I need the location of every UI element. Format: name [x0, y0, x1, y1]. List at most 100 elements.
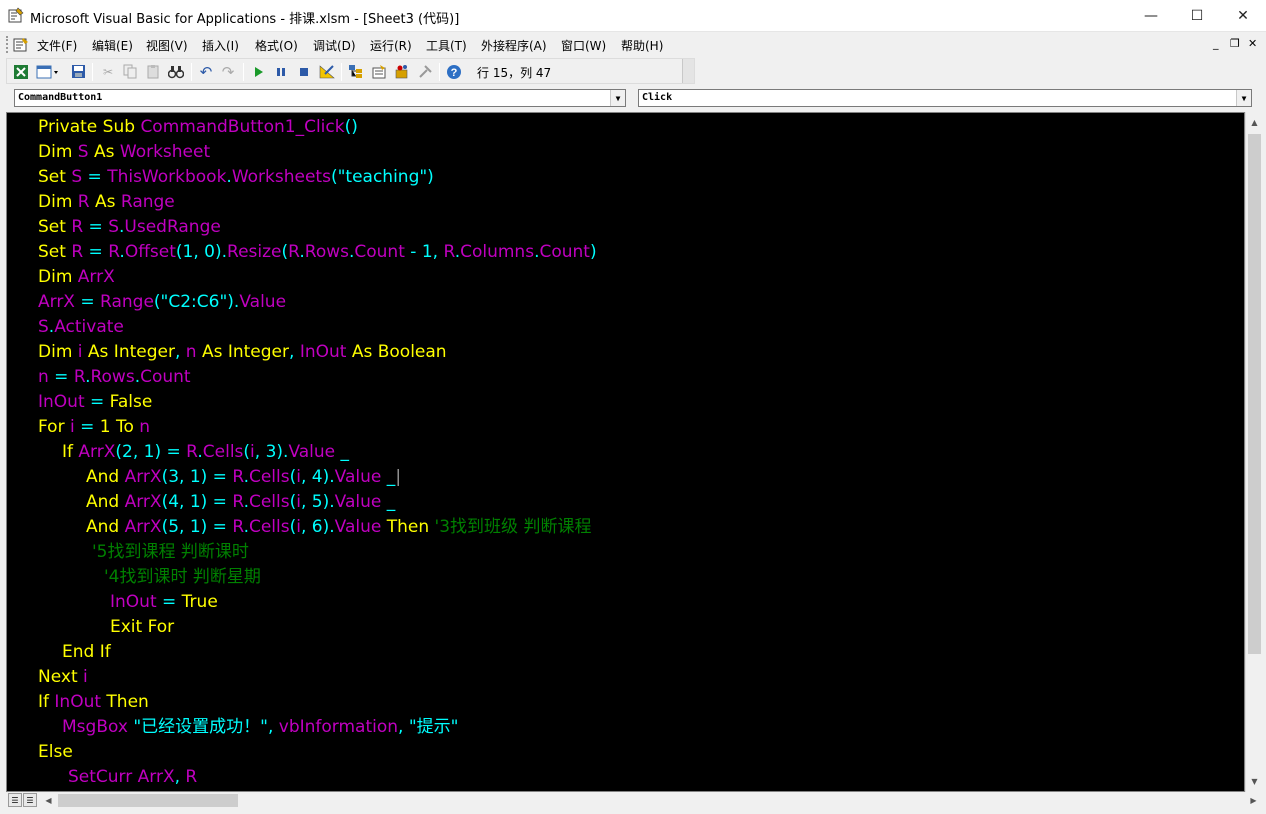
- reset-icon[interactable]: [295, 63, 313, 80]
- code-token: R: [71, 242, 84, 262]
- copy-icon[interactable]: [121, 63, 139, 80]
- menu-edit[interactable]: 编辑(E): [92, 37, 133, 54]
- code-line[interactable]: Dim i As Integer, n As Integer, InOut As…: [7, 340, 1244, 365]
- mdi-minimize-button[interactable]: _: [1213, 37, 1219, 50]
- procedure-dropdown[interactable]: Click ▼: [638, 89, 1252, 107]
- menu-grip-handle[interactable]: [6, 36, 10, 53]
- code-token: MsgBox: [62, 717, 134, 737]
- code-line[interactable]: Dim R As Range: [7, 190, 1244, 215]
- menu-bar: 文件(F) 编辑(E) 视图(V) 插入(I) 格式(O) 调试(D) 运行(R…: [0, 32, 1266, 57]
- horizontal-scroll-thumb[interactable]: [58, 794, 238, 807]
- scroll-right-icon[interactable]: ▶: [1245, 792, 1262, 809]
- code-token: As: [88, 142, 120, 162]
- vertical-scroll-thumb[interactable]: [1248, 134, 1261, 654]
- maximize-button[interactable]: ☐: [1174, 0, 1220, 32]
- object-browser-icon[interactable]: [393, 63, 411, 80]
- code-editor[interactable]: Private Sub CommandButton1_Click() Dim S …: [6, 112, 1245, 792]
- full-module-view-icon[interactable]: ☰: [23, 793, 37, 807]
- menu-addins[interactable]: 外接程序(A): [481, 37, 547, 54]
- help-icon[interactable]: ?: [445, 63, 463, 80]
- code-line[interactable]: InOut = False: [7, 390, 1244, 415]
- code-line[interactable]: Dim S As Worksheet: [7, 140, 1244, 165]
- code-line[interactable]: '4找到课时 判断星期: [7, 565, 1244, 590]
- redo-icon[interactable]: ↷: [219, 63, 237, 81]
- code-line[interactable]: Set R = S.UsedRange: [7, 215, 1244, 240]
- code-line[interactable]: n = R.Rows.Count: [7, 365, 1244, 390]
- code-line[interactable]: Else: [7, 740, 1244, 765]
- code-window-icon[interactable]: [13, 37, 29, 52]
- project-explorer-icon[interactable]: [347, 63, 365, 80]
- menu-debug[interactable]: 调试(D): [313, 37, 356, 54]
- mdi-restore-button[interactable]: ❐: [1230, 37, 1240, 50]
- code-line[interactable]: And ArrX(3, 1) = R.Cells(i, 4).Value _|: [7, 465, 1244, 490]
- undo-icon[interactable]: ↶: [197, 63, 215, 81]
- scroll-left-icon[interactable]: ◀: [40, 792, 57, 809]
- break-icon[interactable]: [272, 63, 290, 80]
- minimize-button[interactable]: —: [1128, 0, 1174, 32]
- menu-window[interactable]: 窗口(W): [561, 37, 606, 54]
- run-icon[interactable]: [249, 63, 267, 80]
- code-token: ("C2:C6").: [153, 292, 240, 312]
- code-line[interactable]: If InOut Then: [7, 690, 1244, 715]
- code-line[interactable]: Exit For: [7, 615, 1244, 640]
- save-icon[interactable]: [69, 63, 87, 80]
- chevron-down-icon[interactable]: ▼: [1236, 90, 1251, 106]
- object-dropdown[interactable]: CommandButton1 ▼: [14, 89, 626, 107]
- menu-insert[interactable]: 插入(I): [202, 37, 239, 54]
- code-token: Range: [100, 292, 154, 312]
- code-token: (5, 1) =: [161, 517, 233, 537]
- menu-format[interactable]: 格式(O): [255, 37, 298, 54]
- code-line[interactable]: InOut = True: [7, 590, 1244, 615]
- procedure-view-icon[interactable]: ☰: [8, 793, 22, 807]
- code-token: If: [62, 442, 79, 462]
- chevron-down-icon[interactable]: ▼: [610, 90, 625, 106]
- toolbar-separator: [341, 63, 342, 81]
- code-line[interactable]: Set R = R.Offset(1, 0).Resize(R.Rows.Cou…: [7, 240, 1244, 265]
- code-line[interactable]: Private Sub CommandButton1_Click(): [7, 115, 1244, 140]
- menu-help[interactable]: 帮助(H): [621, 37, 663, 54]
- code-line[interactable]: Set S = ThisWorkbook.Worksheets("teachin…: [7, 165, 1244, 190]
- code-token: R: [288, 242, 300, 262]
- code-token: vbInformation: [278, 717, 399, 737]
- properties-icon[interactable]: [370, 63, 388, 80]
- design-mode-icon[interactable]: [318, 63, 336, 80]
- code-line[interactable]: And ArrX(4, 1) = R.Cells(i, 5).Value _: [7, 490, 1244, 515]
- scroll-up-icon[interactable]: ▲: [1247, 114, 1262, 131]
- code-line[interactable]: For i = 1 To n: [7, 415, 1244, 440]
- code-line[interactable]: Dim ArrX: [7, 265, 1244, 290]
- menu-file[interactable]: 文件(F): [37, 37, 77, 54]
- code-token: Value: [334, 492, 382, 512]
- paste-icon[interactable]: [144, 63, 162, 80]
- toolbox-icon[interactable]: [416, 63, 434, 80]
- close-button[interactable]: ✕: [1220, 0, 1266, 32]
- code-text[interactable]: Private Sub CommandButton1_Click() Dim S …: [7, 115, 1244, 790]
- code-token: - 1,: [404, 242, 444, 262]
- code-line[interactable]: '5找到课程 判断课时: [7, 540, 1244, 565]
- code-line[interactable]: If ArrX(2, 1) = R.Cells(i, 3).Value _: [7, 440, 1244, 465]
- code-line[interactable]: MsgBox "已经设置成功！", vbInformation, "提示": [7, 715, 1244, 740]
- menu-tools[interactable]: 工具(T): [426, 37, 467, 54]
- object-dropdown-value: CommandButton1: [18, 92, 103, 103]
- mdi-close-button[interactable]: ✕: [1248, 37, 1257, 50]
- code-token: R: [443, 242, 455, 262]
- code-token: As Boolean: [346, 342, 447, 362]
- vertical-scrollbar[interactable]: ▲ ▼: [1245, 112, 1262, 792]
- code-line[interactable]: And ArrX(5, 1) = R.Cells(i, 6).Value The…: [7, 515, 1244, 540]
- code-line[interactable]: End If: [7, 640, 1244, 665]
- code-token: False: [109, 392, 153, 412]
- excel-icon[interactable]: [12, 63, 30, 80]
- cut-icon[interactable]: ✂: [99, 63, 117, 80]
- code-line[interactable]: SetCurr ArrX, R: [7, 765, 1244, 790]
- code-token: If: [38, 692, 55, 712]
- toolbar-options-button[interactable]: [682, 59, 694, 83]
- code-token: ): [589, 242, 597, 262]
- menu-view[interactable]: 视图(V): [146, 37, 188, 54]
- find-icon[interactable]: [167, 63, 185, 80]
- scroll-down-icon[interactable]: ▼: [1247, 773, 1262, 790]
- horizontal-scrollbar[interactable]: ◀ ▶: [40, 792, 1262, 809]
- code-line[interactable]: S.Activate: [7, 315, 1244, 340]
- menu-run[interactable]: 运行(R): [370, 37, 412, 54]
- insert-module-icon[interactable]: [35, 63, 61, 80]
- code-line[interactable]: ArrX = Range("C2:C6").Value: [7, 290, 1244, 315]
- code-line[interactable]: Next i: [7, 665, 1244, 690]
